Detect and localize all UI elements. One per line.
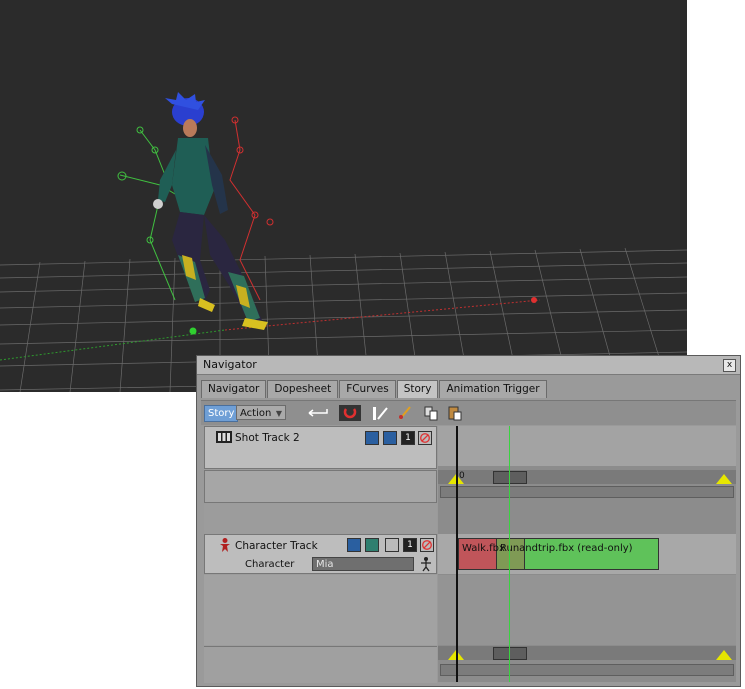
return-arrow-icon[interactable] bbox=[305, 405, 331, 421]
key-icon[interactable] bbox=[385, 538, 399, 552]
person-icon bbox=[220, 538, 230, 552]
solo-track-icon[interactable]: 1 bbox=[403, 538, 417, 552]
ripple-edit-icon[interactable] bbox=[371, 405, 389, 421]
3d-viewport[interactable] bbox=[0, 0, 687, 392]
viewport-scene bbox=[0, 92, 687, 392]
camera-switch-icon[interactable] bbox=[365, 431, 379, 445]
clip-walk-label: Walk.fbx bbox=[462, 543, 505, 554]
character-track-lane[interactable]: Walk.fbx Runandtrip.fbx (read-only) bbox=[438, 534, 736, 574]
ghost-icon[interactable] bbox=[347, 538, 361, 552]
paste-icon[interactable] bbox=[447, 405, 463, 421]
tab-dopesheet[interactable]: Dopesheet bbox=[267, 380, 339, 398]
lower-spacer bbox=[204, 646, 437, 683]
close-icon[interactable]: x bbox=[723, 359, 736, 372]
character-track-label: Character Track bbox=[235, 540, 318, 552]
story-mode-button[interactable]: Story bbox=[204, 405, 239, 422]
end-marker-icon[interactable] bbox=[716, 650, 732, 660]
horizontal-scrollbar[interactable] bbox=[440, 486, 734, 498]
magnet-icon[interactable] bbox=[339, 405, 361, 421]
action-mode-dropdown[interactable]: Action ▼ bbox=[236, 405, 286, 420]
ruler-thumb[interactable] bbox=[493, 471, 527, 484]
window-title: Navigator bbox=[203, 358, 257, 371]
shot-track-label: Shot Track 2 bbox=[235, 432, 300, 444]
end-marker-icon[interactable] bbox=[716, 474, 732, 484]
mute-icon[interactable] bbox=[418, 431, 432, 445]
cut-icon[interactable] bbox=[397, 405, 413, 421]
character-dropdown[interactable]: Mia bbox=[312, 557, 414, 571]
time-ruler[interactable]: 0 bbox=[438, 470, 736, 484]
tab-fcurves[interactable]: FCurves bbox=[339, 380, 396, 398]
horizontal-scrollbar-bottom[interactable] bbox=[440, 664, 734, 676]
mute-icon[interactable] bbox=[420, 538, 434, 552]
start-line bbox=[456, 426, 458, 682]
shot-track-lane[interactable] bbox=[438, 426, 736, 466]
ruler-thumb-bottom[interactable] bbox=[493, 647, 527, 660]
tab-story[interactable]: Story bbox=[396, 380, 439, 398]
navigator-window: Navigator x Navigator Dopesheet FCurves … bbox=[196, 355, 741, 687]
solo-track-icon[interactable]: 1 bbox=[401, 431, 415, 445]
copy-icon[interactable] bbox=[423, 405, 439, 421]
tab-animation-trigger[interactable]: Animation Trigger bbox=[439, 380, 547, 398]
track-list: Shot Track 2 1 Character Track 1 Charact… bbox=[204, 426, 437, 683]
chevron-down-icon: ▼ bbox=[275, 409, 282, 418]
tab-navigator[interactable]: Navigator bbox=[201, 380, 267, 398]
camera-plot-icon[interactable] bbox=[383, 431, 397, 445]
eye-icon[interactable] bbox=[365, 538, 379, 552]
tab-bar: Navigator Dopesheet FCurves Story Animat… bbox=[201, 380, 548, 398]
story-toolbar: Story Action ▼ bbox=[201, 400, 736, 425]
shot-track-spacer bbox=[204, 470, 437, 503]
timeline-area[interactable]: 0 Walk.fbx Runandtrip.fbx (read-only) bbox=[438, 426, 736, 682]
character-field-label: Character bbox=[245, 559, 295, 570]
action-mode-label: Action bbox=[240, 408, 272, 419]
shot-track-header[interactable]: Shot Track 2 1 bbox=[204, 426, 437, 469]
empty-lane[interactable] bbox=[438, 575, 736, 645]
film-strip-icon bbox=[216, 431, 232, 443]
playhead[interactable] bbox=[509, 426, 510, 682]
character-track-spacer bbox=[204, 575, 437, 645]
clip-run-label: Runandtrip.fbx (read-only) bbox=[500, 543, 633, 554]
character-figure bbox=[153, 92, 268, 330]
time-ruler-bottom[interactable] bbox=[438, 646, 736, 660]
title-bar[interactable]: Navigator x bbox=[197, 356, 740, 375]
character-pose-icon[interactable] bbox=[419, 556, 433, 572]
character-track-header[interactable]: Character Track 1 Character Mia bbox=[204, 534, 437, 574]
character-dropdown-value: Mia bbox=[316, 559, 334, 570]
